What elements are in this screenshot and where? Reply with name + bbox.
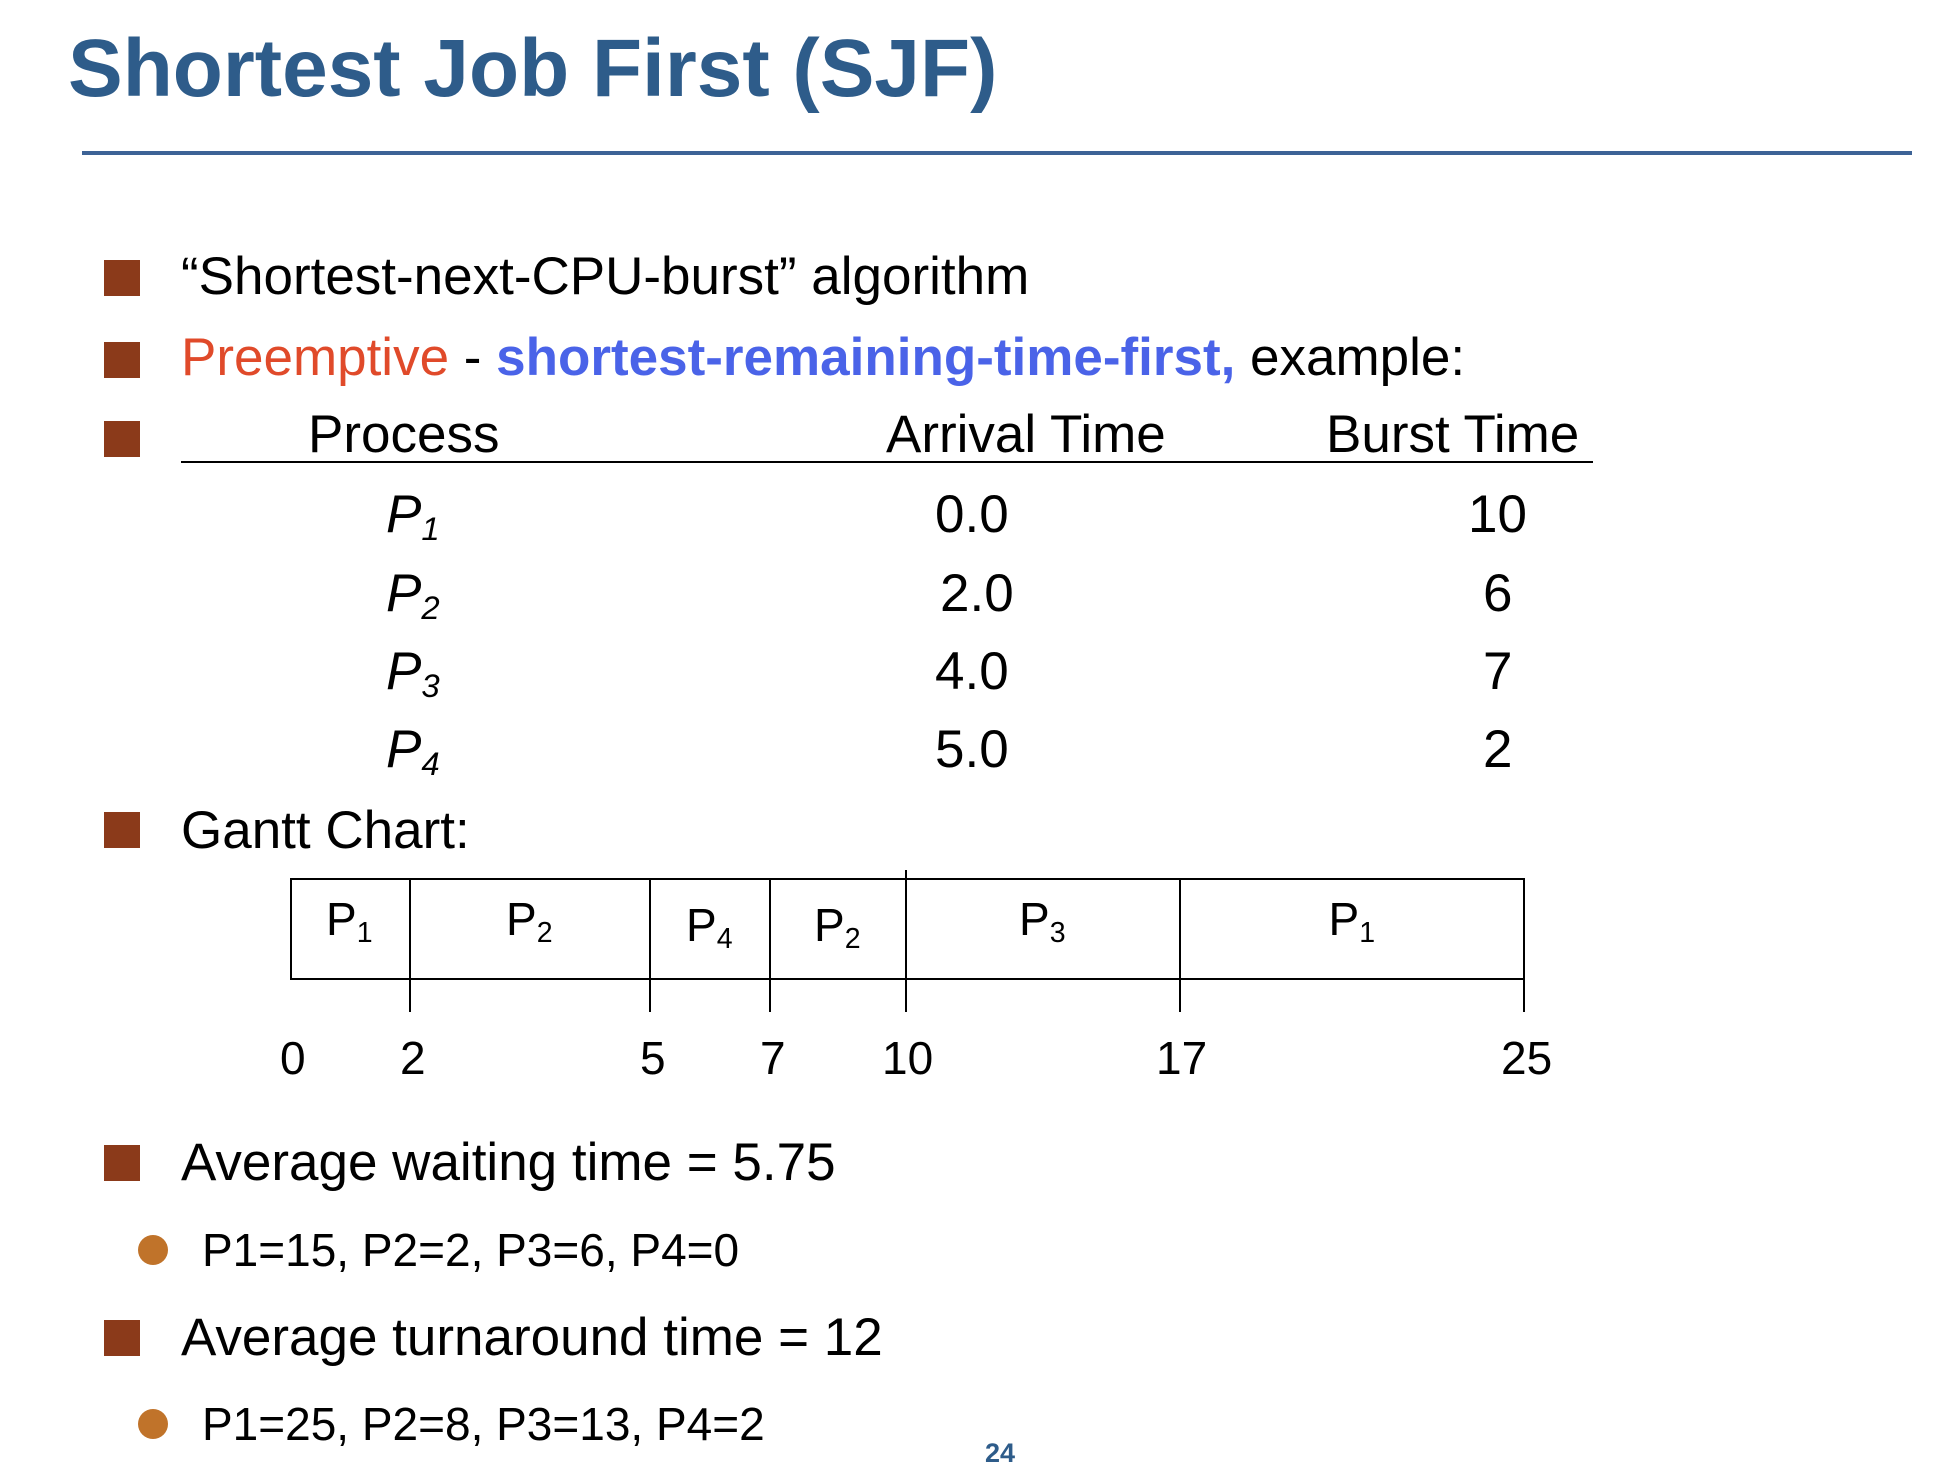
gantt-divider [409,878,411,1012]
slide-title: Shortest Job First (SJF) [68,23,998,114]
gantt-tick-label: 5 [640,1032,666,1084]
gantt-divider [649,878,651,1012]
gantt-divider [769,878,771,1012]
table-burst-p2: 6 [1483,564,1513,623]
bullet-preemptive: Preemptive - shortest-remaining-time-fir… [181,331,1465,384]
gantt-segment-label: P2 [506,893,553,950]
table-burst-p3: 7 [1483,642,1513,701]
waiting-time-detail: P1=15, P2=2, P3=6, P4=0 [202,1224,740,1276]
bullet-square-icon [104,1320,140,1356]
gantt-end-tick [1523,980,1525,1012]
table-process-p3: P3 [386,642,440,705]
title-divider [82,151,1912,155]
table-burst-p1: 10 [1468,485,1527,544]
header-arrival-time: Arrival Time [886,405,1166,464]
gantt-heading: Gantt Chart: [181,801,470,860]
bullet-square-icon [104,421,140,457]
gantt-tick-label: 0 [280,1032,306,1084]
table-arrival-p1: 0.0 [935,485,1009,544]
gantt-segment-label: P1 [1328,893,1376,950]
table-header-underline [181,461,1593,463]
gantt-tick-label: 7 [760,1032,786,1084]
table-process-p2: P2 [386,564,440,627]
preemptive-label: Preemptive [181,328,450,387]
gantt-divider [905,870,907,1012]
gantt-tick-label: 17 [1156,1032,1208,1084]
gantt-divider [1179,878,1181,1012]
bullet-square-icon [104,812,140,848]
example-label: example: [1235,328,1466,387]
average-waiting-time: Average waiting time = 5.75 [181,1133,836,1192]
separator: - [449,328,497,387]
gantt-segment-label: P4 [686,899,733,956]
table-process-p4: P4 [386,720,440,783]
bullet-square-icon [104,260,140,296]
bullet-square-icon [104,342,140,378]
table-arrival-p3: 4.0 [935,642,1009,701]
gantt-segment-label: P1 [326,893,373,950]
bullet-dot-icon [138,1409,168,1439]
gantt-tick-label: 10 [882,1032,934,1084]
table-arrival-p4: 5.0 [935,720,1009,779]
table-burst-p4: 2 [1483,720,1513,779]
turnaround-time-detail: P1=25, P2=8, P3=13, P4=2 [202,1398,765,1450]
gantt-tick-label: 25 [1501,1032,1553,1084]
gantt-segment-label: P2 [814,899,861,956]
table-arrival-p2: 2.0 [940,564,1014,623]
bullet-algorithm: “Shortest-next-CPU-burst” algorithm [181,247,1030,306]
page-number: 24 [985,1438,1016,1468]
gantt-tick-label: 2 [400,1032,426,1084]
header-process: Process [308,405,500,464]
bullet-dot-icon [138,1235,168,1265]
bullet-square-icon [104,1145,140,1181]
srtf-label: shortest-remaining-time-first, [496,328,1236,387]
average-turnaround-time: Average turnaround time = 12 [181,1308,883,1367]
table-process-p1: P1 [386,485,440,548]
header-burst-time: Burst Time [1326,405,1580,464]
gantt-segment-label: P3 [1019,893,1066,950]
